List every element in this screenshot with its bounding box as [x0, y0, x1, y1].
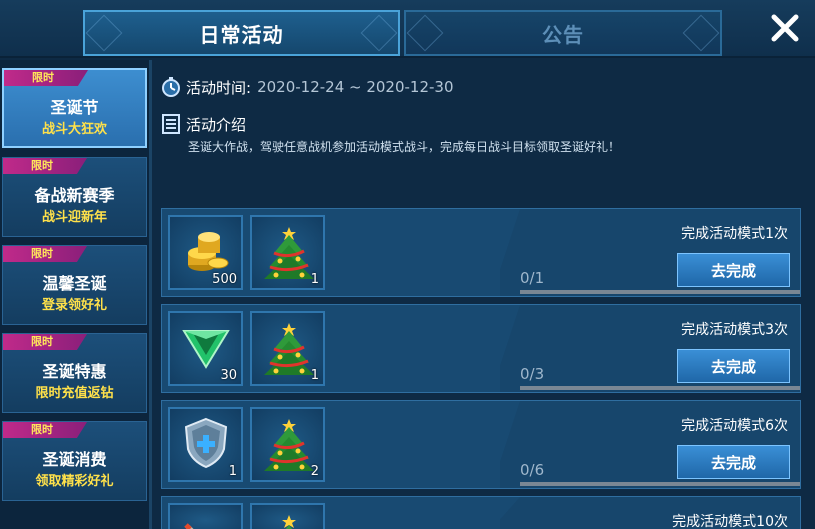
tab-ornament [360, 14, 398, 52]
task-progress-bar [520, 386, 800, 390]
sidebar-item-title: 备战新赛季 [34, 186, 115, 205]
sidebar-item-title: 温馨圣诞 [42, 274, 107, 293]
activity-time-label: 活动时间: [186, 78, 252, 97]
activity-intro-text: 圣诞大作战，驾驶任意战机参加活动模式战斗，完成每日战斗目标领取圣诞好礼！ [188, 140, 621, 154]
gold-coins-icon [188, 232, 229, 271]
activity-time-value: 2020-12-24 ~ 2020-12-30 [257, 78, 454, 96]
task-row: 1 2 完成活动模式6次 去完成 0/6 [161, 400, 801, 489]
close-icon [771, 14, 799, 42]
tab-daily-activities[interactable]: 日常活动 [83, 10, 400, 56]
task-row: 500 1 完成活动模式1次 去完成 0/1 [161, 208, 801, 297]
christmas-tree-icon [264, 323, 314, 375]
limited-time-tag: 限时 [3, 158, 87, 174]
limited-time-tag: 限时 [4, 70, 88, 86]
reward-quantity: 1 [228, 464, 237, 479]
sidebar-item-new-season[interactable]: 限时 备战新赛季 战斗迎新年 [2, 157, 147, 237]
stopwatch-icon [162, 77, 180, 97]
christmas-tree-icon [264, 419, 314, 471]
reward-quantity: 30 [220, 368, 237, 383]
reward-quantity: 2 [310, 464, 319, 479]
task-progress-text: 0/1 [520, 269, 545, 287]
close-button[interactable] [765, 8, 805, 48]
reward-slot[interactable]: 30 [168, 311, 243, 386]
activity-intro-row: 活动介绍 [160, 113, 246, 135]
limited-time-tag: 限时 [3, 246, 87, 262]
tab-label: 公告 [542, 22, 584, 47]
go-complete-button[interactable]: 去完成 [677, 445, 790, 479]
christmas-tree-icon [264, 227, 314, 279]
reward-slot[interactable]: 500 [168, 215, 243, 290]
reward-slot[interactable]: 1 [250, 215, 325, 290]
task-progress-text: 0/6 [520, 461, 545, 479]
activity-sidebar: 限时 圣诞节 战斗大狂欢 限时 备战新赛季 战斗迎新年 限时 温馨圣诞 登录领好… [0, 60, 152, 529]
task-progress-bar [520, 482, 800, 486]
christmas-tree-icon [282, 515, 296, 529]
top-bar: 日常活动 公告 [0, 0, 815, 58]
task-row: 30 1 完成活动模式3次 去完成 0/3 [161, 304, 801, 393]
tab-label: 日常活动 [199, 22, 284, 47]
reward-slot[interactable] [168, 503, 243, 529]
document-icon [162, 114, 180, 134]
tab-ornament [406, 14, 444, 52]
sidebar-item-subtitle: 登录领好礼 [41, 298, 107, 313]
reward-quantity: 1 [310, 368, 319, 383]
task-description: 完成活动模式3次 [681, 322, 788, 338]
repair-shield-icon [184, 417, 228, 469]
reward-slot[interactable]: 1 [168, 407, 243, 482]
tab-ornament [682, 14, 720, 52]
activity-time-row: 活动时间: 2020-12-24 ~ 2020-12-30 [160, 76, 454, 98]
go-complete-button[interactable]: 去完成 [677, 349, 790, 383]
task-row: 完成活动模式10次 [161, 496, 801, 529]
task-progress-bar [520, 290, 800, 294]
reward-slot[interactable]: 2 [250, 407, 325, 482]
limited-time-tag: 限时 [3, 334, 87, 350]
tab-announcements[interactable]: 公告 [404, 10, 722, 56]
sidebar-item-christmas-deal[interactable]: 限时 圣诞特惠 限时充值返钻 [2, 333, 147, 413]
task-description: 完成活动模式10次 [672, 514, 788, 529]
sidebar-item-christmas[interactable]: 限时 圣诞节 战斗大狂欢 [2, 68, 147, 148]
sidebar-item-title: 圣诞消费 [42, 450, 107, 469]
reward-slot[interactable]: 1 [250, 311, 325, 386]
missile-icon [184, 523, 194, 529]
reward-quantity: 500 [212, 272, 237, 287]
reward-quantity: 1 [310, 272, 319, 287]
sidebar-item-subtitle: 战斗迎新年 [41, 210, 107, 225]
green-gem-icon [182, 330, 230, 369]
task-description: 完成活动模式1次 [681, 226, 788, 242]
sidebar-item-subtitle: 限时充值返钻 [35, 386, 114, 401]
sidebar-item-subtitle: 领取精彩好礼 [35, 474, 114, 489]
sidebar-item-christmas-spend[interactable]: 限时 圣诞消费 领取精彩好礼 [2, 421, 147, 501]
go-complete-button[interactable]: 去完成 [677, 253, 790, 287]
sidebar-item-title: 圣诞特惠 [42, 362, 107, 381]
task-description: 完成活动模式6次 [681, 418, 788, 434]
sidebar-item-title: 圣诞节 [50, 98, 99, 117]
sidebar-item-subtitle: 战斗大狂欢 [41, 122, 107, 137]
activity-intro-label: 活动介绍 [186, 115, 247, 134]
sidebar-item-warm-christmas[interactable]: 限时 温馨圣诞 登录领好礼 [2, 245, 147, 325]
tab-ornament [85, 14, 123, 52]
task-progress-text: 0/3 [520, 365, 545, 383]
limited-time-tag: 限时 [3, 422, 87, 438]
reward-slot[interactable] [250, 503, 325, 529]
